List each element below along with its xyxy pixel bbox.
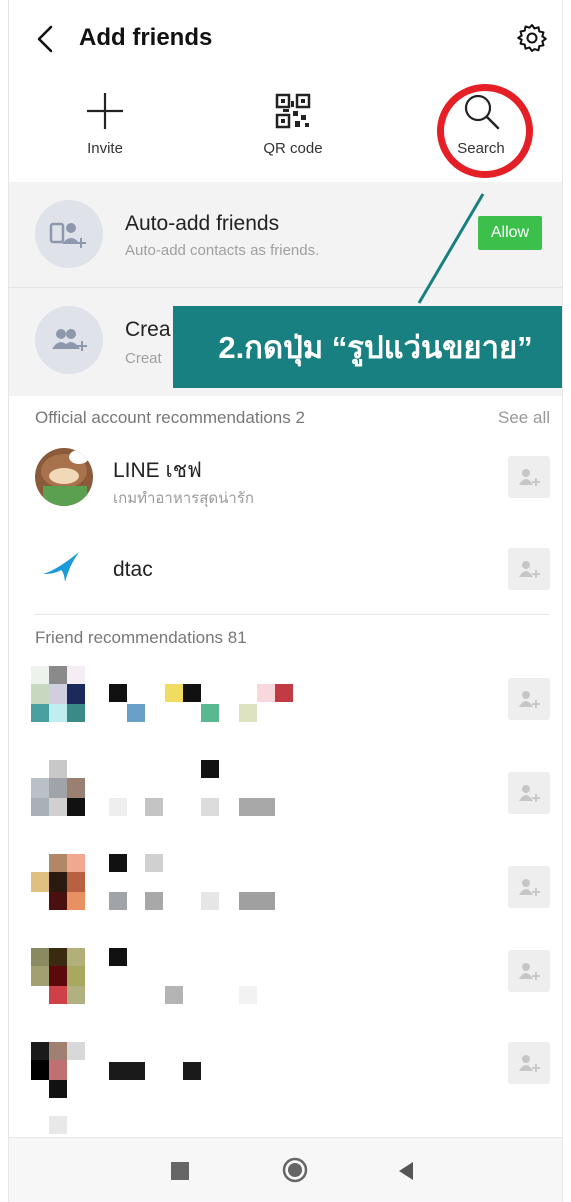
highlight-circle (437, 84, 533, 178)
recents-icon[interactable] (171, 1162, 189, 1180)
list-item[interactable]: dtac (9, 542, 562, 598)
table-row[interactable] (9, 758, 562, 818)
add-friend-icon[interactable] (508, 678, 550, 720)
table-row[interactable] (9, 852, 562, 912)
home-icon[interactable] (281, 1156, 309, 1189)
system-nav-bar (9, 1137, 562, 1202)
add-friend-icon[interactable] (508, 772, 550, 814)
partial-row (49, 1116, 67, 1134)
table-row[interactable] (9, 664, 562, 724)
friend-section-header: Friend recommendations 81 (35, 628, 247, 647)
list-item[interactable]: LINE เชฟ เกมทำอาหารสุดน่ารัก (9, 448, 562, 510)
account-name: LINE เชฟ (113, 459, 202, 482)
add-friend-icon[interactable] (508, 1042, 550, 1084)
avatar (35, 448, 93, 506)
annotation-banner: 2.กดปุ่ม “รูปแว่นขยาย” (173, 306, 562, 388)
add-friend-icon[interactable] (508, 950, 550, 992)
see-all-link[interactable]: See all (498, 408, 550, 428)
account-name: dtac (113, 558, 153, 581)
back-nav-icon[interactable] (397, 1160, 415, 1187)
add-friend-icon[interactable] (508, 866, 550, 908)
dtac-logo (41, 548, 85, 588)
add-friend-icon[interactable] (508, 456, 550, 498)
table-row[interactable] (9, 946, 562, 1006)
divider (35, 614, 550, 615)
add-friend-icon[interactable] (508, 548, 550, 590)
account-desc: เกมทำอาหารสุดน่ารัก (113, 490, 254, 507)
official-section-header: Official account recommendations 2 (35, 408, 305, 427)
app-screen: Add friends Invite QR code Search Auto-a… (8, 0, 563, 1202)
table-row[interactable] (9, 1036, 562, 1116)
